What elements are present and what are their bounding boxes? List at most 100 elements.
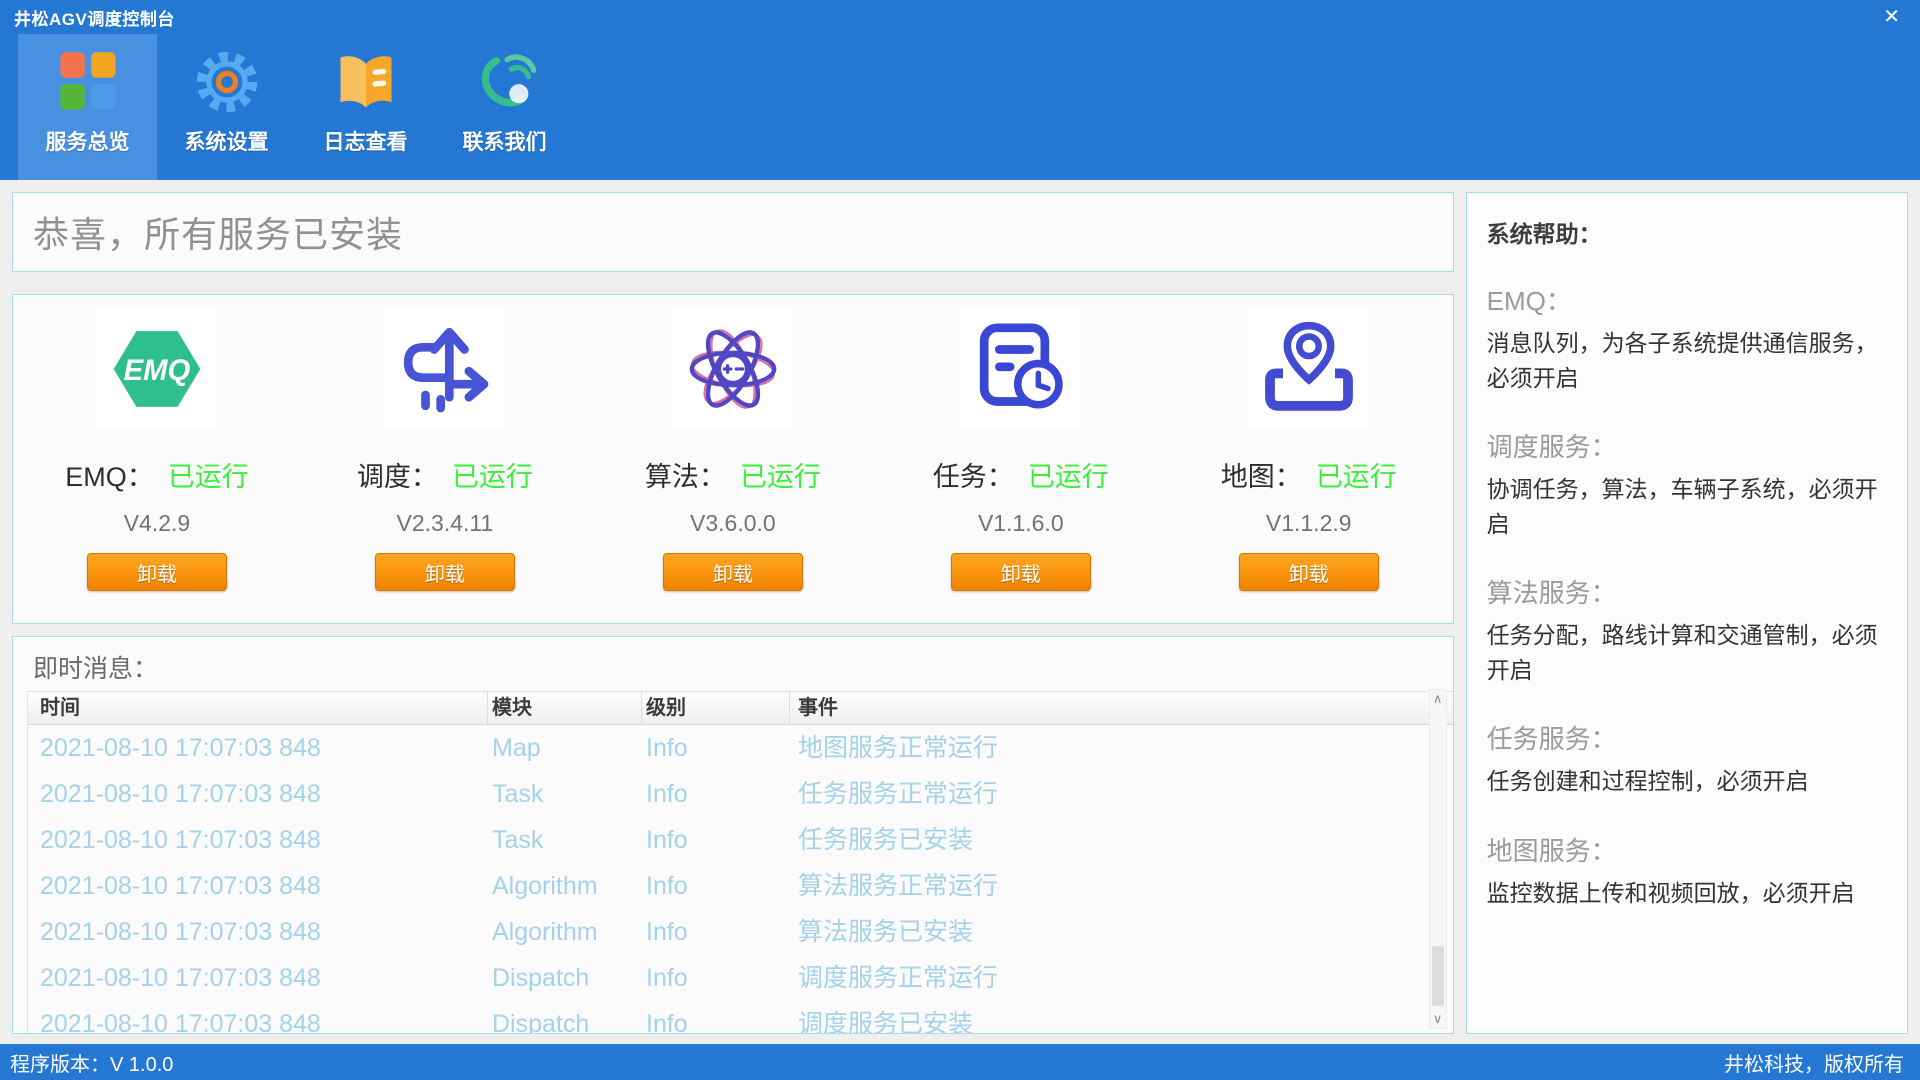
nav-tab-log-view[interactable]: 日志查看 [296,34,435,180]
help-section-heading: 算法服务： [1487,573,1887,610]
service-card-map: 地图： 已运行 V1.1.2.9 卸载 [1165,309,1453,623]
program-version: 程序版本：V 1.0.0 [10,1048,173,1077]
table-row[interactable]: 2021-08-10 17:07:03 848 Dispatch Info 调度… [28,955,1453,1001]
cell-time: 2021-08-10 17:07:03 848 [28,955,488,1001]
services-panel: EMQ EMQ： 已运行 V4.2.9 卸载 [12,294,1454,624]
banner-message: 恭喜，所有服务已安装 [33,206,403,258]
help-section-heading: 地图服务： [1487,831,1887,868]
cell-level: Info [642,909,790,955]
cell-level: Info [642,817,790,863]
scroll-up-icon[interactable]: ∧ [1433,690,1443,708]
service-status: 已运行 [1316,462,1397,492]
help-section-heading: 任务服务： [1487,719,1887,756]
cell-time: 2021-08-10 17:07:03 848 [28,817,488,863]
window-title: 井松AGV调度控制台 [14,5,175,30]
cell-event: 任务服务正常运行 [790,771,1453,817]
column-header-event[interactable]: 事件 [790,691,1453,725]
service-card-dispatch: 调度：已运行 V2.3.4.11 卸载 [301,309,589,623]
service-version: V2.3.4.11 [397,510,494,537]
table-row[interactable]: 2021-08-10 17:07:03 848 Algorithm Info 算… [28,909,1453,955]
service-version: V4.2.9 [124,510,191,537]
cell-event: 地图服务正常运行 [790,725,1453,771]
app-grid-icon [52,46,124,118]
cell-module: Map [488,725,642,771]
nav-label: 日志查看 [324,126,408,156]
titlebar: 井松AGV调度控制台 ✕ [0,0,1920,34]
task-clock-icon [961,309,1081,429]
app-window: 井松AGV调度控制台 ✕ 服务总览 [0,0,1920,1080]
table-row[interactable]: 2021-08-10 17:07:03 848 Task Info 任务服务正常… [28,771,1453,817]
cell-time: 2021-08-10 17:07:03 848 [28,1001,488,1034]
cell-module: Dispatch [488,1001,642,1034]
cell-level: Info [642,863,790,909]
workspace: 恭喜，所有服务已安装 EMQ EMQ： 已运行 V4.2.9 卸载 [0,180,1920,1044]
atom-icon [673,309,793,429]
help-section-body: 协调任务，算法，车辆子系统，必须开启 [1487,472,1887,541]
help-title: 系统帮助： [1487,215,1887,249]
cell-time: 2021-08-10 17:07:03 848 [28,863,488,909]
svg-text:EMQ: EMQ [124,355,191,387]
nav-tab-service-overview[interactable]: 服务总览 [18,34,157,180]
cell-module: Dispatch [488,955,642,1001]
cell-event: 算法服务已安装 [790,909,1453,955]
service-name: 算法： [645,462,726,492]
uninstall-emq-button[interactable]: 卸载 [87,553,227,591]
service-status: 已运行 [168,462,249,492]
service-name: 地图： [1221,462,1302,492]
cell-module: Task [488,771,642,817]
cell-level: Info [642,955,790,1001]
cell-module: Task [488,817,642,863]
column-header-level[interactable]: 级别 [642,691,790,725]
cell-level: Info [642,1001,790,1034]
nav-label: 服务总览 [46,126,130,156]
help-section-body: 监控数据上传和视频回放，必须开启 [1487,876,1887,911]
status-banner: 恭喜，所有服务已安装 [12,192,1454,272]
status-bar: 程序版本：V 1.0.0 井松科技，版权所有 [0,1044,1920,1080]
table-row[interactable]: 2021-08-10 17:07:03 848 Task Info 任务服务已安… [28,817,1453,863]
service-name: 任务： [933,462,1014,492]
messages-scrollbar[interactable]: ∧ ∨ [1429,689,1447,1029]
gear-icon [191,46,263,118]
cell-time: 2021-08-10 17:07:03 848 [28,725,488,771]
column-header-module[interactable]: 模块 [488,691,642,725]
help-section-body: 任务分配，路线计算和交通管制，必须开启 [1487,618,1887,687]
service-status: 已运行 [1028,462,1109,492]
copyright: 井松科技，版权所有 [1724,1048,1904,1077]
service-version: V1.1.6.0 [978,510,1064,537]
table-row[interactable]: 2021-08-10 17:07:03 848 Dispatch Info 调度… [28,1001,1453,1034]
help-section-heading: 调度服务： [1487,427,1887,464]
nav-tab-contact-us[interactable]: 联系我们 [435,34,574,180]
service-name: EMQ： [65,462,154,492]
service-name: 调度： [357,462,438,492]
table-row[interactable]: 2021-08-10 17:07:03 848 Map Info 地图服务正常运… [28,725,1453,771]
column-header-time[interactable]: 时间 [28,691,488,725]
cell-event: 算法服务正常运行 [790,863,1453,909]
uninstall-map-button[interactable]: 卸载 [1239,553,1379,591]
table-header-row: 时间 模块 级别 事件 [28,691,1453,725]
nav-tab-system-settings[interactable]: 系统设置 [157,34,296,180]
nav-label: 系统设置 [185,126,269,156]
close-icon[interactable]: ✕ [1883,7,1900,27]
uninstall-task-button[interactable]: 卸载 [951,553,1091,591]
table-row[interactable]: 2021-08-10 17:07:03 848 Algorithm Info 算… [28,863,1453,909]
help-section-heading: EMQ： [1487,281,1887,318]
open-book-icon [330,46,402,118]
nav-label: 联系我们 [463,126,547,156]
cell-level: Info [642,725,790,771]
cell-level: Info [642,771,790,817]
service-card-emq: EMQ EMQ： 已运行 V4.2.9 卸载 [13,309,301,623]
uninstall-algorithm-button[interactable]: 卸载 [663,553,803,591]
help-panel: 系统帮助： EMQ： 消息队列，为各子系统提供通信服务，必须开启 调度服务： 协… [1466,192,1908,1034]
help-section-body: 任务创建和过程控制，必须开启 [1487,764,1887,799]
scrollbar-thumb[interactable] [1432,946,1444,1006]
main-nav: 服务总览 系统设置 日志查看 [0,34,1920,180]
help-section-body: 消息队列，为各子系统提供通信服务，必须开启 [1487,326,1887,395]
cell-time: 2021-08-10 17:07:03 848 [28,909,488,955]
service-version: V1.1.2.9 [1266,510,1352,537]
service-card-task: 任务： 已运行 V1.1.6.0 卸载 [877,309,1165,623]
messages-title: 即时消息： [13,637,1453,691]
scroll-down-icon[interactable]: ∨ [1433,1010,1443,1028]
emq-hexagon-icon: EMQ [97,309,217,429]
cell-module: Algorithm [488,909,642,955]
uninstall-dispatch-button[interactable]: 卸载 [375,553,515,591]
